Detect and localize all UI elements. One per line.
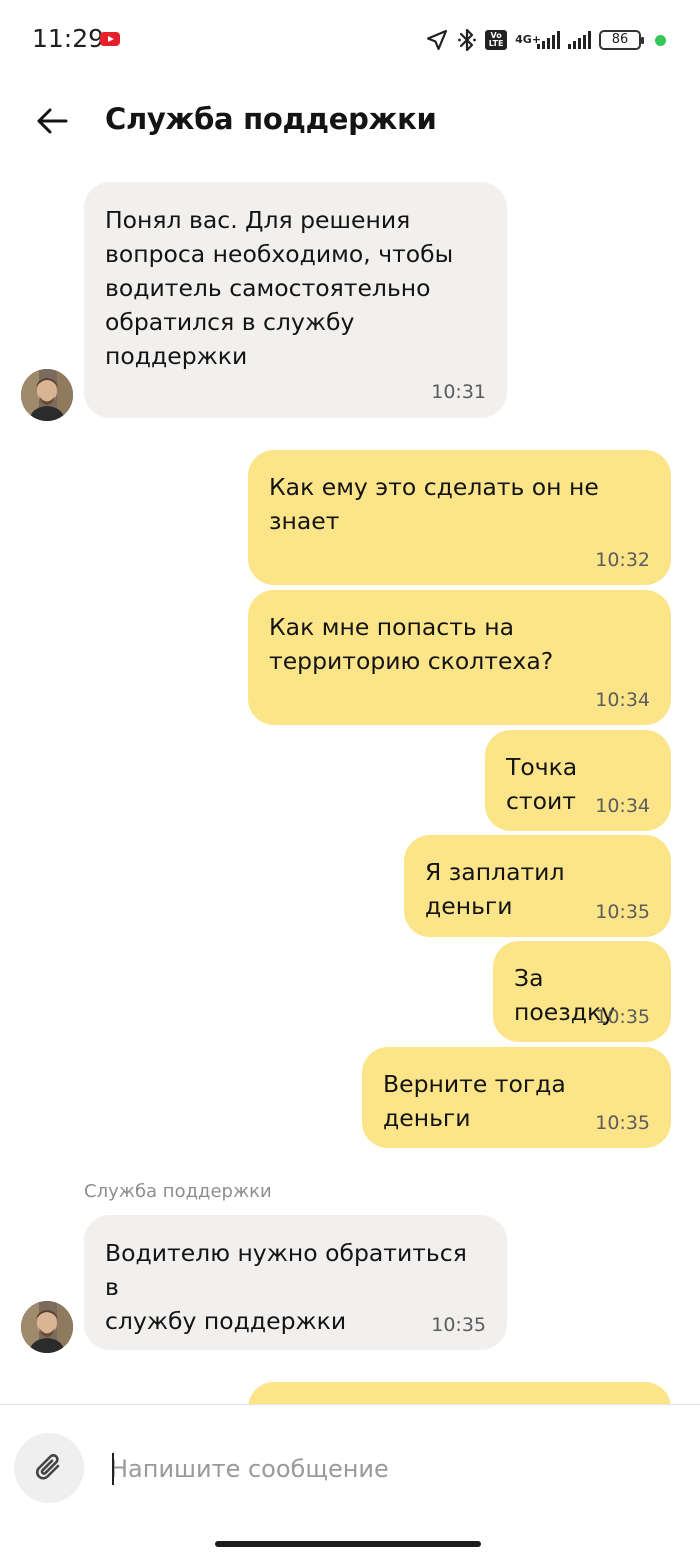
- message-text: Водителю нужно обратиться в службу подде…: [105, 1239, 467, 1335]
- signal-icon-2: [568, 31, 591, 49]
- message-bubble-incoming[interactable]: Понял вас. Для решения вопроса необходим…: [84, 182, 507, 418]
- home-indicator[interactable]: [215, 1541, 481, 1547]
- location-arrow-icon: [425, 28, 449, 52]
- volte-label: Vo LTE: [485, 30, 508, 50]
- message-time: 10:31: [431, 381, 486, 403]
- message-text: Понял вас. Для решения вопроса необходим…: [105, 206, 454, 370]
- message-bubble-outgoing-partial[interactable]: [248, 1382, 671, 1404]
- signal-icon: 4G+: [515, 31, 560, 49]
- message-bubble-outgoing[interactable]: Верните тогда деньги 10:35: [362, 1047, 671, 1148]
- avatar: [21, 369, 73, 421]
- paperclip-icon: [36, 1454, 60, 1480]
- message-bubble-outgoing[interactable]: Как ему это сделать он не знает 10:32: [248, 450, 671, 585]
- text-cursor: [112, 1453, 114, 1485]
- message-time: 10:34: [595, 795, 650, 817]
- avatar: [21, 1301, 73, 1353]
- page-title: Служба поддержки: [105, 102, 437, 136]
- message-time: 10:35: [431, 1314, 486, 1336]
- volte-icon: Vo LTE: [485, 30, 508, 50]
- message-bubble-outgoing[interactable]: Точка стоит 10:34: [485, 730, 671, 831]
- message-bubble-outgoing[interactable]: Как мне попасть на территорию сколтеха? …: [248, 590, 671, 725]
- message-input[interactable]: [110, 1449, 670, 1489]
- message-bubble-outgoing[interactable]: Я заплатил деньги 10:35: [404, 835, 671, 937]
- attach-button[interactable]: [14, 1433, 84, 1503]
- battery-icon: 86: [599, 30, 644, 50]
- message-time: 10:35: [595, 1112, 650, 1134]
- message-text: Как ему это сделать он не знает: [269, 473, 599, 535]
- message-time: 10:35: [595, 1006, 650, 1028]
- battery-level: 86: [611, 32, 629, 47]
- message-bubble-incoming[interactable]: Водителю нужно обратиться в службу подде…: [84, 1215, 507, 1350]
- arrow-left-icon: [37, 108, 68, 134]
- message-bubble-outgoing[interactable]: За поездку 10:35: [493, 941, 671, 1042]
- chat-messages[interactable]: Понял вас. Для решения вопроса необходим…: [0, 164, 700, 1404]
- bluetooth-icon: [457, 27, 477, 53]
- message-composer: [0, 1404, 700, 1558]
- message-text: Как мне попасть на территорию сколтеха?: [269, 613, 554, 675]
- status-time: 11:29: [32, 24, 105, 53]
- sender-name: Служба поддержки: [84, 1181, 272, 1202]
- youtube-notification-icon: [100, 32, 120, 46]
- back-button[interactable]: [30, 100, 74, 142]
- message-time: 10:34: [595, 689, 650, 711]
- message-time: 10:32: [595, 549, 650, 571]
- app-header: Служба поддержки: [0, 80, 700, 164]
- message-time: 10:35: [595, 901, 650, 923]
- status-bar: 11:29 Vo LTE 4G+ 86: [0, 0, 700, 80]
- status-icons: Vo LTE 4G+ 86: [425, 24, 666, 56]
- privacy-indicator-icon: [655, 34, 666, 46]
